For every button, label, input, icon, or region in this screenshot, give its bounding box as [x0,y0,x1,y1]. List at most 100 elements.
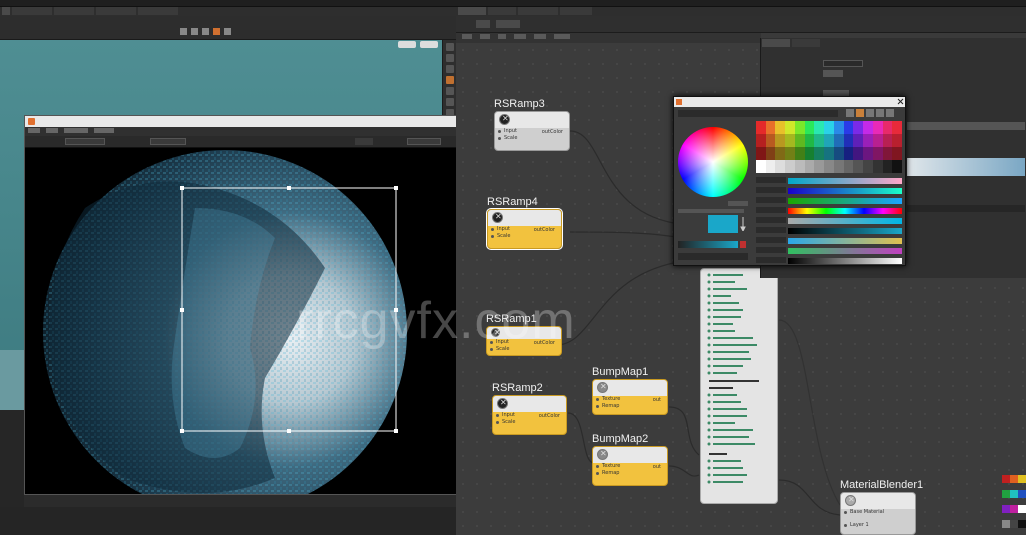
close-icon[interactable] [897,98,904,105]
bump-icon [597,449,608,460]
render-view-menu [25,127,461,136]
previous-current-label [678,209,744,213]
rsramp4-label: RSRamp4 [487,196,538,208]
remap-port[interactable]: Remap [593,470,667,477]
g-slider[interactable] [756,187,902,195]
tmi-slider[interactable] [756,237,902,245]
ramp-preview[interactable] [907,158,1025,176]
display-icon[interactable] [446,98,454,106]
param-field[interactable] [823,60,863,67]
mode-icon[interactable] [876,109,884,117]
rsramp3-label: RSRamp3 [494,98,545,110]
persp-button[interactable] [398,41,416,48]
material-node[interactable] [700,268,778,504]
bumpmap1-node[interactable]: Texture Remap out [592,379,668,415]
color-wheel[interactable] [678,127,748,197]
reset-icon[interactable] [740,241,746,248]
tab-props-1[interactable] [762,39,790,47]
display-icon[interactable] [446,54,454,62]
palette-swatches[interactable] [1002,475,1026,535]
hex-field[interactable] [728,201,748,206]
tab-1[interactable] [2,7,10,15]
base-material-port[interactable]: Base Material [841,509,915,516]
zoom-field[interactable] [355,138,373,145]
tool-icon[interactable] [191,28,198,35]
cam-button[interactable] [420,41,438,48]
tab-props-2[interactable] [792,39,820,47]
bumpmap2-label: BumpMap2 [592,433,649,445]
rsramp2-node[interactable]: Input Scale outColor [492,395,567,435]
tab-4[interactable] [96,7,136,15]
viewport-toolbar [0,16,456,40]
param-fields[interactable] [907,205,1025,212]
out-port[interactable]: out [653,397,661,403]
material-port-list [701,269,777,499]
b-slider[interactable] [756,197,902,205]
display-icon[interactable] [446,43,454,51]
s-slider[interactable] [756,217,902,225]
mode-icon[interactable] [866,109,874,117]
bumpmap2-node[interactable]: Texture Remap out [592,446,668,486]
render-view-toolbar [25,136,461,148]
scale-port[interactable]: Scale [495,135,569,142]
current-color-swatch[interactable] [708,215,738,233]
display-icon[interactable] [446,65,454,73]
tool-icon[interactable] [202,28,209,35]
color-editor-titlebar[interactable] [674,97,905,107]
color-swatch-grid[interactable] [756,121,902,173]
camera-dropdown[interactable] [150,138,186,145]
color-editor-dialog [673,96,906,266]
menu-item[interactable] [46,128,58,133]
mode-icon[interactable] [856,109,864,117]
tab-5[interactable] [138,7,178,15]
eyedropper-icon[interactable] [740,217,746,233]
tool-icon[interactable] [180,28,187,35]
param-dropdown[interactable] [823,70,843,77]
bump-icon [597,382,608,393]
color-mode-icons [846,109,902,118]
menu-item[interactable] [64,128,88,133]
menu-item[interactable] [28,128,40,133]
render-view-titlebar[interactable] [25,116,461,127]
tool-icon[interactable] [224,28,231,35]
display-icon[interactable] [446,87,454,95]
i-slider[interactable] [756,257,902,265]
materialblender1-label: MaterialBlender1 [840,479,924,491]
outcolor-port[interactable]: outColor [534,227,555,233]
material-ports [707,273,759,484]
v-slider[interactable] [756,227,902,235]
color-path-field[interactable] [678,110,838,117]
tab-3[interactable] [54,7,94,15]
display-icon[interactable] [446,76,454,84]
outcolor-port[interactable]: outColor [542,129,563,135]
tab-2[interactable] [12,7,52,15]
watermark: rrcgvfx.com [296,292,576,350]
alpha-bar[interactable] [678,241,738,248]
rsramp3-node[interactable]: Input Scale outColor [494,111,570,151]
display-dropdown[interactable] [407,138,441,145]
rsramp4-node[interactable]: Input Scale outColor [486,208,563,250]
tool-icon-active[interactable] [213,28,220,35]
menu-item[interactable] [94,128,114,133]
layer1-port[interactable]: Layer 1 [841,522,915,529]
ramp-icon [492,212,503,223]
remap-port[interactable]: Remap [593,403,667,410]
outcolor-port[interactable]: outColor [539,413,560,419]
app-icon [28,118,35,125]
blender-icon [845,495,856,506]
mode-icon[interactable] [886,109,894,117]
color-value-field[interactable] [678,253,748,260]
param-slider[interactable] [907,122,1025,130]
scale-port[interactable]: Scale [488,233,561,240]
t2-slider[interactable] [756,247,902,255]
aov-dropdown[interactable] [65,138,105,145]
mode-icon[interactable] [846,109,854,117]
out-port[interactable]: out [653,464,661,470]
materialblender1-node[interactable]: Base Material Layer 1 [840,492,916,535]
rsramp2-label: RSRamp2 [492,382,543,394]
bumpmap1-label: BumpMap1 [592,366,649,378]
viewport-tool-icons [180,28,260,36]
scale-port[interactable]: Scale [493,419,566,426]
r-slider[interactable] [756,177,902,185]
h-slider[interactable] [756,207,902,215]
